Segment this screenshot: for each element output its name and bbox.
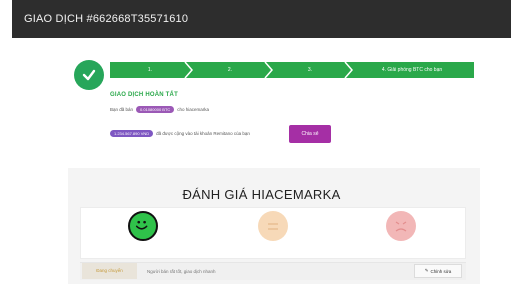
credit-amount-badge: 1.234.567.890 VND: [110, 130, 154, 137]
completed-check-icon: [74, 60, 104, 90]
pencil-icon: ✎: [424, 268, 429, 273]
progress-steps: 1. 2. 3. 4. Giải phóng BTC cho bạn: [110, 62, 474, 78]
happy-face-icon[interactable]: [128, 211, 158, 241]
step-chevron-icon: [344, 62, 353, 78]
sale-summary-suffix: cho hiacemarka: [177, 107, 210, 112]
step-2-label: 2.: [227, 67, 233, 73]
step-2: 2.: [190, 62, 270, 78]
edit-comment-label: Chỉnh sửa: [430, 268, 452, 274]
step-1: 1.: [110, 62, 190, 78]
edit-comment-button[interactable]: ✎ Chỉnh sửa: [414, 264, 462, 278]
step-4: 4. Giải phóng BTC cho bạn: [350, 62, 474, 78]
neutral-face-icon[interactable]: [258, 211, 288, 241]
step-chevron-icon: [264, 62, 273, 78]
sad-face-icon[interactable]: [386, 211, 416, 241]
step-3: 3.: [270, 62, 350, 78]
credit-summary-text: đã được cộng vào tài khoản Remitano của …: [156, 131, 250, 136]
step-3-label: 3.: [307, 67, 313, 73]
transaction-complete-title: GIAO DỊCH HOÀN TẤT: [110, 92, 178, 98]
rating-status-tab[interactable]: Đang chuyển: [82, 263, 137, 279]
comment-input[interactable]: [140, 263, 410, 279]
rating-title: ĐÁNH GIÁ HIACEMARKA: [182, 187, 341, 202]
transaction-header: GIAO DỊCH #662668T35571610: [12, 0, 511, 38]
step-4-label: 4. Giải phóng BTC cho bạn: [381, 67, 443, 73]
step-1-label: 1.: [147, 67, 153, 73]
checkmark-icon: [82, 69, 96, 81]
step-chevron-icon: [184, 62, 193, 78]
transaction-title: GIAO DỊCH #662668T35571610: [24, 13, 189, 25]
sale-summary-prefix: Bạn đã bán: [110, 107, 134, 112]
amount-badge: 0.01080000 BTC: [136, 106, 175, 113]
credit-summary: 1.234.567.890 VND đã được cộng vào tài k…: [110, 130, 250, 137]
sale-summary: Bạn đã bán 0.01080000 BTC cho hiacemarka: [110, 106, 209, 113]
share-button[interactable]: Chia sẻ: [289, 125, 331, 143]
